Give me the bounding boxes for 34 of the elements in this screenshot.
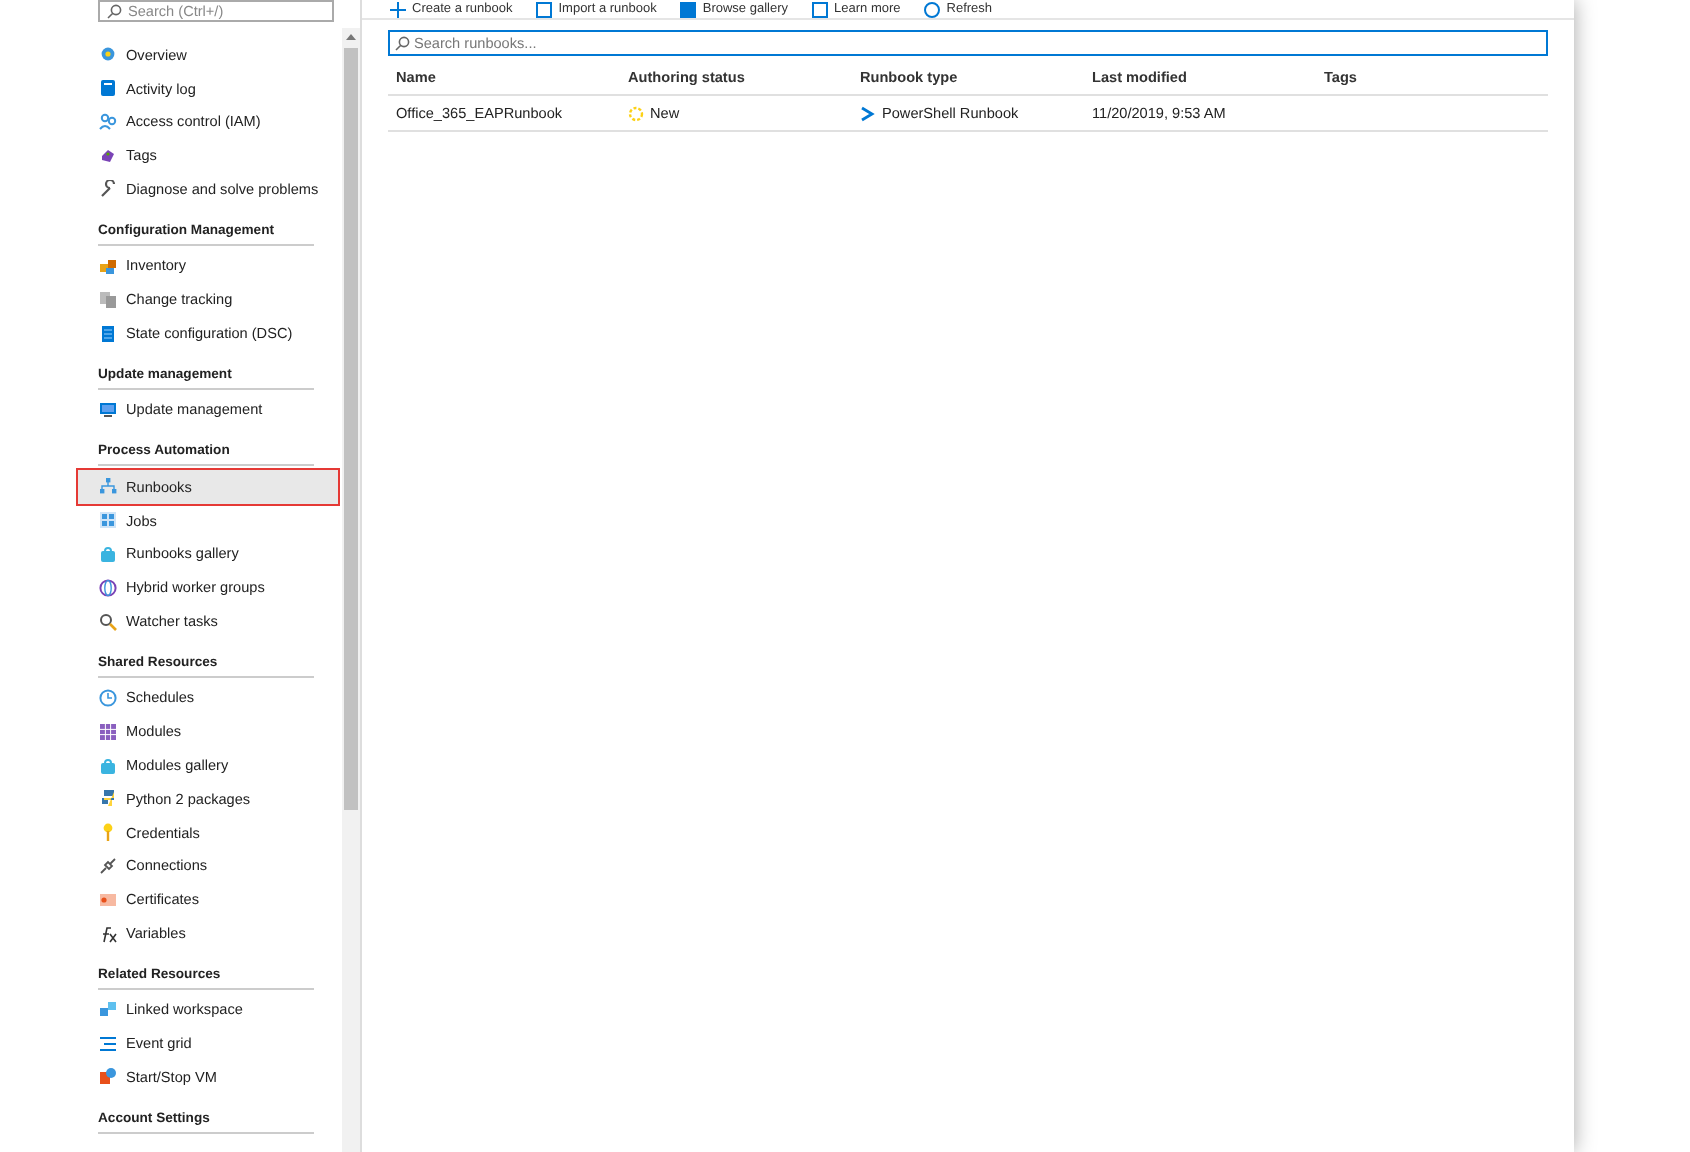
modules-icon [98, 721, 118, 742]
key-icon [98, 822, 118, 843]
monitor-icon [98, 399, 118, 420]
square-icon [680, 1, 697, 17]
boxes-icon [98, 255, 118, 276]
documents-icon [98, 289, 118, 310]
search-icon [394, 35, 410, 51]
tag-icon [98, 145, 118, 166]
up-arrow-icon [346, 32, 356, 40]
magnifier-icon [98, 611, 118, 632]
globe-icon [98, 577, 118, 598]
search-icon [106, 4, 122, 20]
server-icon [98, 323, 118, 344]
bag-icon [98, 543, 118, 564]
sun-icon [628, 105, 644, 121]
plug-icon [98, 855, 118, 876]
clock-icon [98, 687, 118, 708]
circle-icon [924, 1, 941, 17]
certificate-icon [98, 889, 118, 910]
plus-icon [390, 1, 406, 17]
scrollbar[interactable] [342, 28, 360, 1152]
chevron-icon [860, 105, 876, 121]
power-icon [98, 1066, 118, 1087]
book-icon [98, 78, 118, 99]
list-icon [98, 1033, 118, 1054]
square-icon [812, 1, 829, 17]
people-icon [98, 111, 118, 132]
scrollbar-thumb[interactable] [344, 48, 358, 810]
fx-icon [98, 923, 118, 943]
hierarchy-icon [98, 476, 118, 497]
square-icon [536, 1, 553, 17]
grid-icon [98, 510, 118, 531]
link-icon [98, 999, 118, 1020]
bag-icon [98, 755, 118, 776]
